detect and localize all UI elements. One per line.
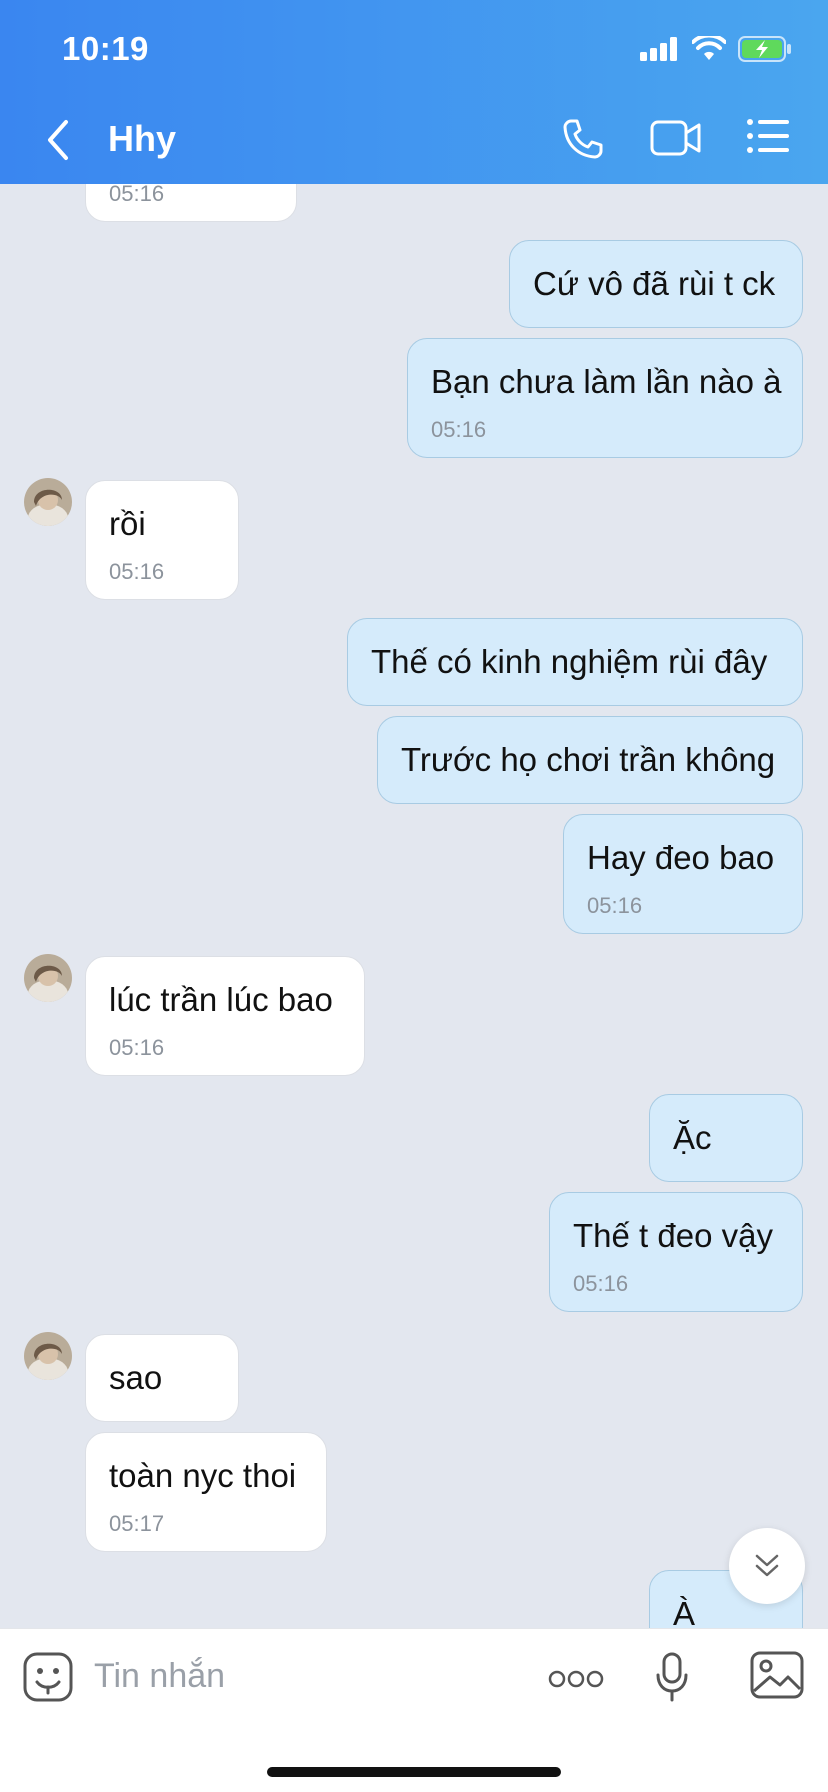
message-time: 05:16: [587, 893, 643, 918]
wifi-icon: [692, 36, 726, 60]
message-time: 05:16: [573, 1271, 629, 1296]
message-bubble-incoming[interactable]: toàn nyc thoi 05:17: [85, 1432, 327, 1552]
list-icon[interactable]: [746, 118, 790, 154]
message-text: Trước họ chơi trần không: [401, 741, 776, 778]
chevron-left-icon[interactable]: [44, 118, 72, 162]
message-bubble-incoming[interactable]: rồi 05:16: [85, 480, 239, 600]
message-bubble-outgoing[interactable]: Hay đeo bao 05:16: [563, 814, 803, 934]
message-text: Hay đeo bao: [587, 839, 775, 876]
home-indicator: [267, 1767, 561, 1777]
message-text: Cứ vô đã rùi t ck: [533, 265, 776, 302]
message-bubble-outgoing[interactable]: Thế có kinh nghiệm rùi đây: [347, 618, 803, 706]
message-text: Thế có kinh nghiệm rùi đây: [371, 643, 768, 680]
message-text: rồi: [109, 505, 146, 542]
message-time: 05:17: [109, 1511, 165, 1536]
signal-icon: [640, 37, 677, 61]
more-dots-icon[interactable]: [548, 1669, 604, 1689]
message-bubble-outgoing[interactable]: Thế t đeo vậy 05:16: [549, 1192, 803, 1312]
message-bubble-outgoing[interactable]: Ặc: [649, 1094, 803, 1182]
message-input-bar: Tin nhắn: [0, 1628, 828, 1792]
avatar[interactable]: [24, 478, 72, 526]
message-text: À: [673, 1595, 696, 1628]
message-text: lúc trần lúc bao: [109, 981, 333, 1018]
phone-icon[interactable]: [562, 118, 604, 160]
avatar[interactable]: [24, 1332, 72, 1380]
emoji-icon[interactable]: [22, 1651, 74, 1703]
message-text: Thế t đeo vậy: [573, 1217, 773, 1254]
message-text: Ặc: [673, 1119, 712, 1156]
video-camera-icon[interactable]: [650, 118, 702, 158]
contact-name[interactable]: Hhy: [108, 118, 176, 160]
message-bubble-outgoing[interactable]: Cứ vô đã rùi t ck: [509, 240, 803, 328]
battery-charging-icon: [738, 36, 791, 62]
message-bubble-incoming[interactable]: sao: [85, 1334, 239, 1422]
microphone-icon[interactable]: [654, 1651, 690, 1703]
scroll-to-bottom-button[interactable]: [729, 1528, 805, 1604]
message-text: Bạn chưa làm lần nào à: [431, 363, 782, 400]
message-text: toàn nyc thoi: [109, 1457, 297, 1494]
chat-header: 10:19 Hhy: [0, 0, 828, 184]
message-bubble-incoming[interactable]: lúc trần lúc bao 05:16: [85, 956, 365, 1076]
avatar[interactable]: [24, 954, 72, 1002]
status-icons: [640, 36, 792, 62]
message-bubble-outgoing[interactable]: Trước họ chơi trần không: [377, 716, 803, 804]
message-list[interactable]: 05:16 Cứ vô đã rùi t ck Bạn chưa làm lần…: [0, 184, 828, 1628]
message-time: 05:16: [109, 1035, 165, 1060]
message-input[interactable]: Tin nhắn: [94, 1657, 225, 1696]
image-icon[interactable]: [750, 1651, 804, 1699]
status-time: 10:19: [62, 30, 149, 67]
message-time: 05:16: [109, 559, 165, 584]
message-time: 05:16: [431, 417, 487, 442]
double-chevron-down-icon: [755, 1554, 779, 1577]
message-bubble-incoming[interactable]: 05:16: [85, 184, 297, 222]
message-time: 05:16: [109, 184, 165, 206]
message-text: sao: [109, 1359, 163, 1396]
message-bubble-outgoing[interactable]: Bạn chưa làm lần nào à 05:16: [407, 338, 803, 458]
